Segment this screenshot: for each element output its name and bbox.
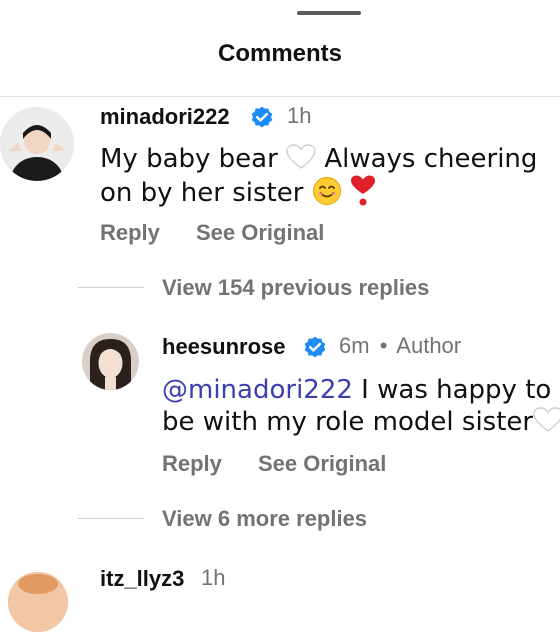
comment-text-part: Always cheering (316, 144, 538, 174)
reply-text: @minadori222 I was happy to be with my r… (162, 374, 560, 438)
reply-text-part: be with my role model sister (162, 407, 534, 437)
comment-text-part: on by her sister (100, 178, 304, 208)
reply-button[interactable]: Reply (162, 451, 222, 477)
reply-button[interactable]: Reply (100, 220, 160, 246)
white-heart-emoji (533, 407, 560, 432)
white-heart-emoji (286, 144, 316, 169)
reply-timestamp: 6m (339, 333, 370, 358)
avatar[interactable] (0, 107, 74, 181)
comment-text-part: My baby bear (100, 144, 278, 174)
view-more-replies-button[interactable]: View 6 more replies (162, 506, 367, 532)
comment-text: My baby bear Always cheering on by her s… (100, 143, 550, 209)
reply-text-part: I was happy to (352, 375, 552, 405)
reply-username[interactable]: heesunrose (162, 334, 286, 360)
drag-handle[interactable] (297, 11, 361, 15)
avatar[interactable] (82, 333, 139, 390)
comment-username[interactable]: minadori222 (100, 104, 230, 130)
sheet-title: Comments (217, 40, 343, 67)
verified-badge-icon (251, 106, 273, 128)
avatar[interactable] (8, 572, 68, 632)
reply-meta: 6m • Author (339, 333, 461, 359)
see-original-button[interactable]: See Original (196, 220, 324, 246)
comment-timestamp: 1h (201, 565, 226, 590)
meta-separator: • (379, 333, 388, 358)
view-previous-replies-button[interactable]: View 154 previous replies (162, 275, 429, 301)
comment-username[interactable]: itz_llyz3 (100, 566, 184, 592)
smiling-face-emoji (312, 177, 341, 205)
author-badge: Author (396, 333, 462, 358)
see-original-button[interactable]: See Original (258, 451, 386, 477)
heart-exclamation-emoji (350, 175, 375, 206)
thread-line (78, 287, 144, 288)
verified-badge-icon (304, 336, 326, 358)
comment-timestamp: 1h (287, 103, 312, 128)
mention-link[interactable]: @minadori222 (162, 375, 353, 405)
thread-line (78, 518, 144, 519)
header-divider (0, 96, 560, 97)
